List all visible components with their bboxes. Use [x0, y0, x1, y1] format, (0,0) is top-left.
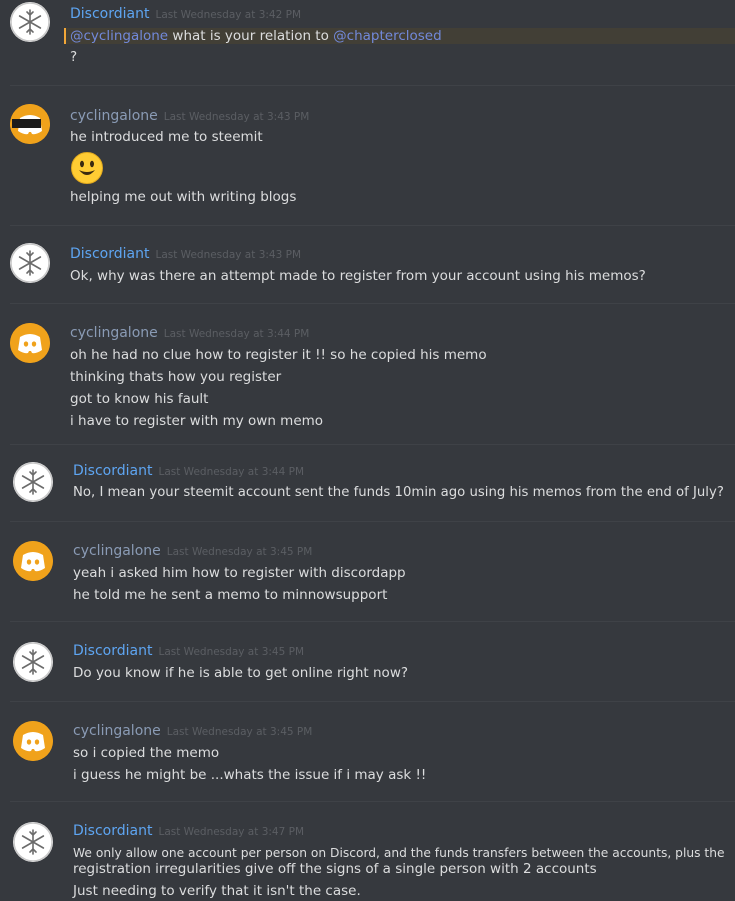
message-text: We only allow one account per person on … [73, 846, 725, 860]
message-text: No, I mean your steemit account sent the… [73, 485, 724, 500]
smiley-emoji-icon [71, 152, 103, 184]
message-text: Ok, why was there an attempt made to reg… [70, 268, 646, 284]
message-header: cyclingalone Last Wednesday at 3:44 PM [70, 325, 309, 342]
avatar[interactable] [10, 2, 50, 42]
divider [10, 444, 735, 445]
avatar[interactable] [10, 104, 50, 144]
divider [10, 85, 735, 86]
message-text: Just needing to verify that it isn't the… [73, 883, 361, 899]
divider [10, 303, 735, 304]
message-header: Discordiant Last Wednesday at 3:42 PM [70, 6, 301, 23]
message-header: cyclingalone Last Wednesday at 3:45 PM [73, 723, 312, 740]
timestamp: Last Wednesday at 3:47 PM [158, 826, 305, 838]
discord-logo-icon [10, 323, 50, 363]
snowflake-icon [13, 822, 53, 862]
avatar[interactable] [13, 642, 53, 682]
divider [10, 701, 735, 702]
message-text: i have to register with my own memo [70, 413, 324, 429]
timestamp: Last Wednesday at 3:45 PM [166, 726, 313, 738]
avatar[interactable] [13, 541, 53, 581]
avatar[interactable] [10, 243, 50, 283]
divider [10, 521, 735, 522]
message-text: i guess he might be ...whats the issue i… [73, 767, 427, 783]
snowflake-icon [13, 462, 53, 502]
message-text: ? [70, 49, 78, 65]
snowflake-icon [13, 642, 53, 682]
message-header: cyclingalone Last Wednesday at 3:43 PM [70, 108, 309, 125]
message-text: registration irregularities give off the… [73, 861, 597, 877]
author-name[interactable]: Discordiant [73, 643, 152, 659]
timestamp: Last Wednesday at 3:43 PM [155, 249, 302, 261]
message-text: thinking thats how you register [70, 369, 282, 385]
mention[interactable]: @chapterclosed [333, 28, 442, 44]
author-name[interactable]: Discordiant [70, 6, 149, 22]
message-text: @cyclingalone what is your relation to @… [70, 28, 442, 44]
message-header: Discordiant Last Wednesday at 3:45 PM [73, 643, 304, 660]
chat-log: Discordiant Last Wednesday at 3:42 PM @cy… [0, 0, 735, 901]
message-text: got to know his fault [70, 391, 209, 407]
divider [10, 801, 735, 802]
message-header: Discordiant Last Wednesday at 3:44 PM [73, 463, 304, 480]
author-name[interactable]: cyclingalone [73, 723, 161, 739]
snowflake-icon [10, 243, 50, 283]
message-header: Discordiant Last Wednesday at 3:43 PM [70, 246, 301, 263]
message-text: he introduced me to steemit [70, 129, 263, 145]
timestamp: Last Wednesday at 3:43 PM [163, 111, 310, 123]
divider [10, 621, 735, 622]
divider [10, 225, 735, 226]
message-text: oh he had no clue how to register it !! … [70, 347, 487, 363]
message-text: helping me out with writing blogs [70, 189, 297, 205]
avatar[interactable] [13, 462, 53, 502]
author-name[interactable]: cyclingalone [70, 108, 158, 124]
author-name[interactable]: Discordiant [73, 463, 152, 479]
message-text: yeah i asked him how to register with di… [73, 565, 406, 581]
discord-logo-icon [13, 541, 53, 581]
timestamp: Last Wednesday at 3:44 PM [163, 328, 310, 340]
snowflake-icon [10, 2, 50, 42]
discord-logo-icon [13, 721, 53, 761]
author-name[interactable]: Discordiant [70, 246, 149, 262]
timestamp: Last Wednesday at 3:42 PM [155, 9, 302, 21]
message-header: Discordiant Last Wednesday at 3:47 PM [73, 823, 304, 840]
mention[interactable]: @cyclingalone [70, 28, 168, 44]
message-text: he told me he sent a memo to minnowsuppo… [73, 587, 388, 603]
avatar[interactable] [13, 721, 53, 761]
author-name[interactable]: Discordiant [73, 823, 152, 839]
message-text: Do you know if he is able to get online … [73, 665, 409, 681]
author-name[interactable]: cyclingalone [73, 543, 161, 559]
timestamp: Last Wednesday at 3:45 PM [158, 646, 305, 658]
avatar[interactable] [13, 822, 53, 862]
author-name[interactable]: cyclingalone [70, 325, 158, 341]
message-header: cyclingalone Last Wednesday at 3:45 PM [73, 543, 312, 560]
timestamp: Last Wednesday at 3:45 PM [166, 546, 313, 558]
avatar[interactable] [10, 323, 50, 363]
discord-logo-censored-icon [10, 104, 50, 144]
timestamp: Last Wednesday at 3:44 PM [158, 466, 305, 478]
message-text: so i copied the memo [73, 745, 220, 761]
